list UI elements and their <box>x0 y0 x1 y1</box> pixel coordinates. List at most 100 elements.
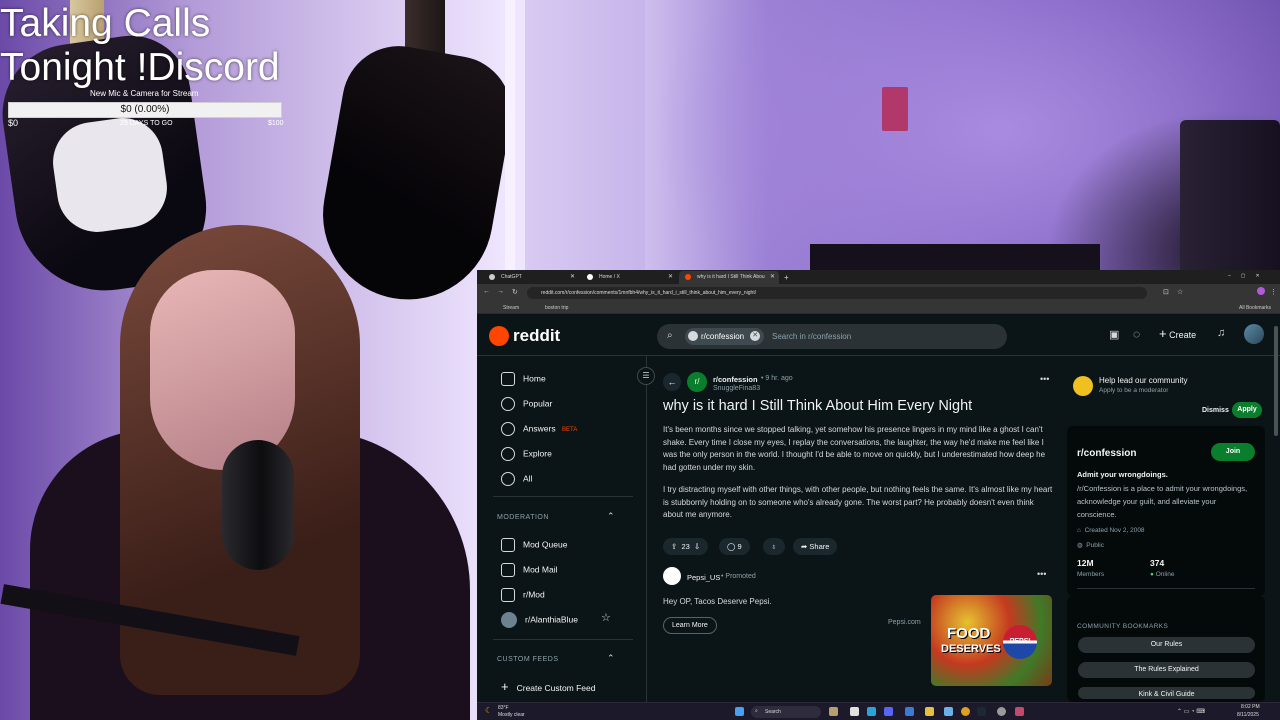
chrome-icon[interactable] <box>961 707 970 716</box>
reload-icon[interactable]: ↻ <box>512 288 518 296</box>
ad-domain[interactable]: Pepsi.com <box>888 619 921 626</box>
ad-image[interactable]: FOOD DESERVES PEPSI <box>931 595 1052 686</box>
share-button[interactable]: ➦ Share <box>793 538 838 555</box>
post-subreddit[interactable]: r/confession <box>713 375 758 384</box>
bookmark-kink-civil-guide[interactable]: Kink & Civil Guide <box>1078 687 1255 699</box>
favorite-star-icon[interactable]: ☆ <box>601 611 611 624</box>
widgets-icon[interactable] <box>850 707 859 716</box>
taskbar-time[interactable]: 8:02 PM <box>1241 704 1260 710</box>
obs-icon[interactable] <box>997 707 1006 716</box>
share-icon: ➦ <box>801 542 808 551</box>
sidebar-item-home[interactable]: Home <box>501 372 546 386</box>
pepsi-logo-icon[interactable] <box>663 567 681 585</box>
sidebar-item-answers[interactable]: Answers BETA <box>501 422 577 436</box>
taskbar-search[interactable]: ⌕ Search <box>751 706 821 718</box>
ad-advertiser[interactable]: Pepsi_US <box>687 573 720 582</box>
help-title: Help lead our community <box>1099 376 1188 385</box>
page-scrollbar[interactable] <box>1274 326 1278 436</box>
sidebar-item-label: r/Mod <box>523 589 545 600</box>
sidebar-item-mod-mail[interactable]: Mod Mail <box>501 563 557 577</box>
search-input[interactable]: Search in r/confession <box>772 332 851 341</box>
new-tab-button[interactable]: + <box>781 271 795 284</box>
start-icon[interactable] <box>735 707 744 716</box>
chevron-up-icon[interactable]: ⌃ <box>607 511 615 522</box>
award-button[interactable]: ♁ <box>763 538 785 555</box>
user-avatar[interactable] <box>1244 324 1264 344</box>
store-icon[interactable] <box>905 707 914 716</box>
menu-icon[interactable]: ⋮ <box>1270 288 1277 296</box>
chip-close-icon[interactable]: ✕ <box>750 331 761 341</box>
forward-icon[interactable]: → <box>497 288 504 295</box>
vote-control[interactable]: ⇧ 23 ⇩ <box>663 538 709 555</box>
file-explorer-icon[interactable] <box>925 707 934 716</box>
discord-icon[interactable] <box>884 707 893 716</box>
collapse-sidebar-icon[interactable]: ☰ <box>637 367 655 385</box>
ad-more-options-icon[interactable]: ••• <box>1037 569 1046 579</box>
weather-temp[interactable]: 83°F <box>498 705 509 711</box>
steam-icon[interactable] <box>977 707 986 716</box>
app-icon[interactable] <box>1015 707 1024 716</box>
promoted-label: Promoted <box>725 573 756 580</box>
share-label: Share <box>809 542 830 551</box>
more-options-icon[interactable]: ••• <box>1040 374 1049 384</box>
sidebar-item-all[interactable]: All <box>501 472 532 486</box>
profile-avatar[interactable] <box>1257 287 1265 295</box>
left-sidebar: ☰ Home Popular Answers BETA Explore All … <box>477 356 655 702</box>
learn-more-button[interactable]: Learn More <box>663 617 717 634</box>
search-bar[interactable]: ⌕ r/confession ✕ Search in r/confession <box>657 324 1007 349</box>
moderation-heading[interactable]: MODERATION <box>497 514 549 521</box>
sidebar-item-r-mod[interactable]: r/Mod <box>501 588 545 602</box>
ads-icon[interactable]: ▣ <box>1109 328 1119 341</box>
community-name[interactable]: r/confession <box>1077 448 1136 459</box>
bookmark-star-icon[interactable]: ☆ <box>1177 288 1183 296</box>
downvote-icon[interactable]: ⇩ <box>694 542 700 551</box>
post-author[interactable]: SnuggleFina83 <box>713 385 760 392</box>
url-field[interactable]: reddit.com/r/confession/comments/1mnfbh4… <box>527 287 1147 299</box>
custom-feeds-heading[interactable]: CUSTOM FEEDS <box>497 656 559 663</box>
sidebar-item-explore[interactable]: Explore <box>501 447 552 461</box>
tab-x[interactable]: Home / X ✕ <box>581 271 677 284</box>
create-button[interactable]: + Create <box>1159 326 1196 341</box>
address-bar: ← → ↻ reddit.com/r/confession/comments/1… <box>477 284 1280 302</box>
task-view-icon[interactable] <box>829 707 838 716</box>
upvote-icon[interactable]: ⇧ <box>671 542 677 551</box>
back-icon[interactable]: ← <box>663 373 681 391</box>
bookmark-rules-explained[interactable]: The Rules Explained <box>1078 662 1255 678</box>
close-icon[interactable]: ✕ <box>570 273 575 280</box>
reddit-logo-text[interactable]: reddit <box>513 326 560 346</box>
join-button[interactable]: Join <box>1211 443 1255 461</box>
subreddit-chip[interactable]: r/confession ✕ <box>685 328 765 345</box>
online-label-text: Online <box>1155 571 1175 578</box>
extension-icon[interactable]: ⊡ <box>1163 288 1169 296</box>
close-icon[interactable]: ✕ <box>668 273 673 280</box>
sidebar-item-r-alanthiablue[interactable]: r/AlanthiaBlue <box>501 612 578 628</box>
apply-button[interactable]: Apply <box>1232 402 1262 418</box>
edge-icon[interactable] <box>867 707 876 716</box>
bookmark-boston-trip[interactable]: boston trip <box>545 305 568 311</box>
taskbar-date[interactable]: 8/11/2025 <box>1237 712 1259 718</box>
comments-button[interactable]: ◯ 9 <box>719 538 750 555</box>
back-icon[interactable]: ← <box>483 288 490 295</box>
community-bookmarks-card: COMMUNITY BOOKMARKS Our Rules The Rules … <box>1067 596 1265 702</box>
tab-chatgpt[interactable]: ChatGPT ✕ <box>483 271 579 284</box>
mail-icon[interactable] <box>944 707 953 716</box>
notification-bell-icon[interactable]: ♫ <box>1217 327 1225 339</box>
bookmark-stream[interactable]: Stream <box>503 305 519 311</box>
tab-reddit[interactable]: why is it hard I Still Think Abou ✕ <box>679 271 779 284</box>
tab-label: Home / X <box>599 274 620 280</box>
reddit-logo-icon[interactable] <box>489 326 509 346</box>
sidebar-item-mod-queue[interactable]: Mod Queue <box>501 538 567 552</box>
bookmark-our-rules[interactable]: Our Rules <box>1078 637 1255 653</box>
sidebar-item-popular[interactable]: Popular <box>501 397 552 411</box>
weather-icon[interactable]: ☾ <box>485 706 492 715</box>
subreddit-icon[interactable]: r/ <box>687 372 707 392</box>
all-bookmarks[interactable]: All Bookmarks <box>1239 305 1271 311</box>
create-custom-feed[interactable]: + Create Custom Feed <box>501 679 596 694</box>
dismiss-button[interactable]: Dismiss <box>1202 407 1229 414</box>
chat-icon[interactable]: ◌ <box>1133 327 1140 341</box>
close-icon[interactable]: ✕ <box>770 273 775 280</box>
chevron-up-icon[interactable]: ⌃ <box>607 653 615 664</box>
window-controls[interactable]: –▢✕ <box>1222 271 1277 284</box>
goal-start: $0 <box>8 118 19 128</box>
system-tray-icons[interactable]: ⌃ ▭ ◔ ⌨ <box>1177 708 1205 715</box>
